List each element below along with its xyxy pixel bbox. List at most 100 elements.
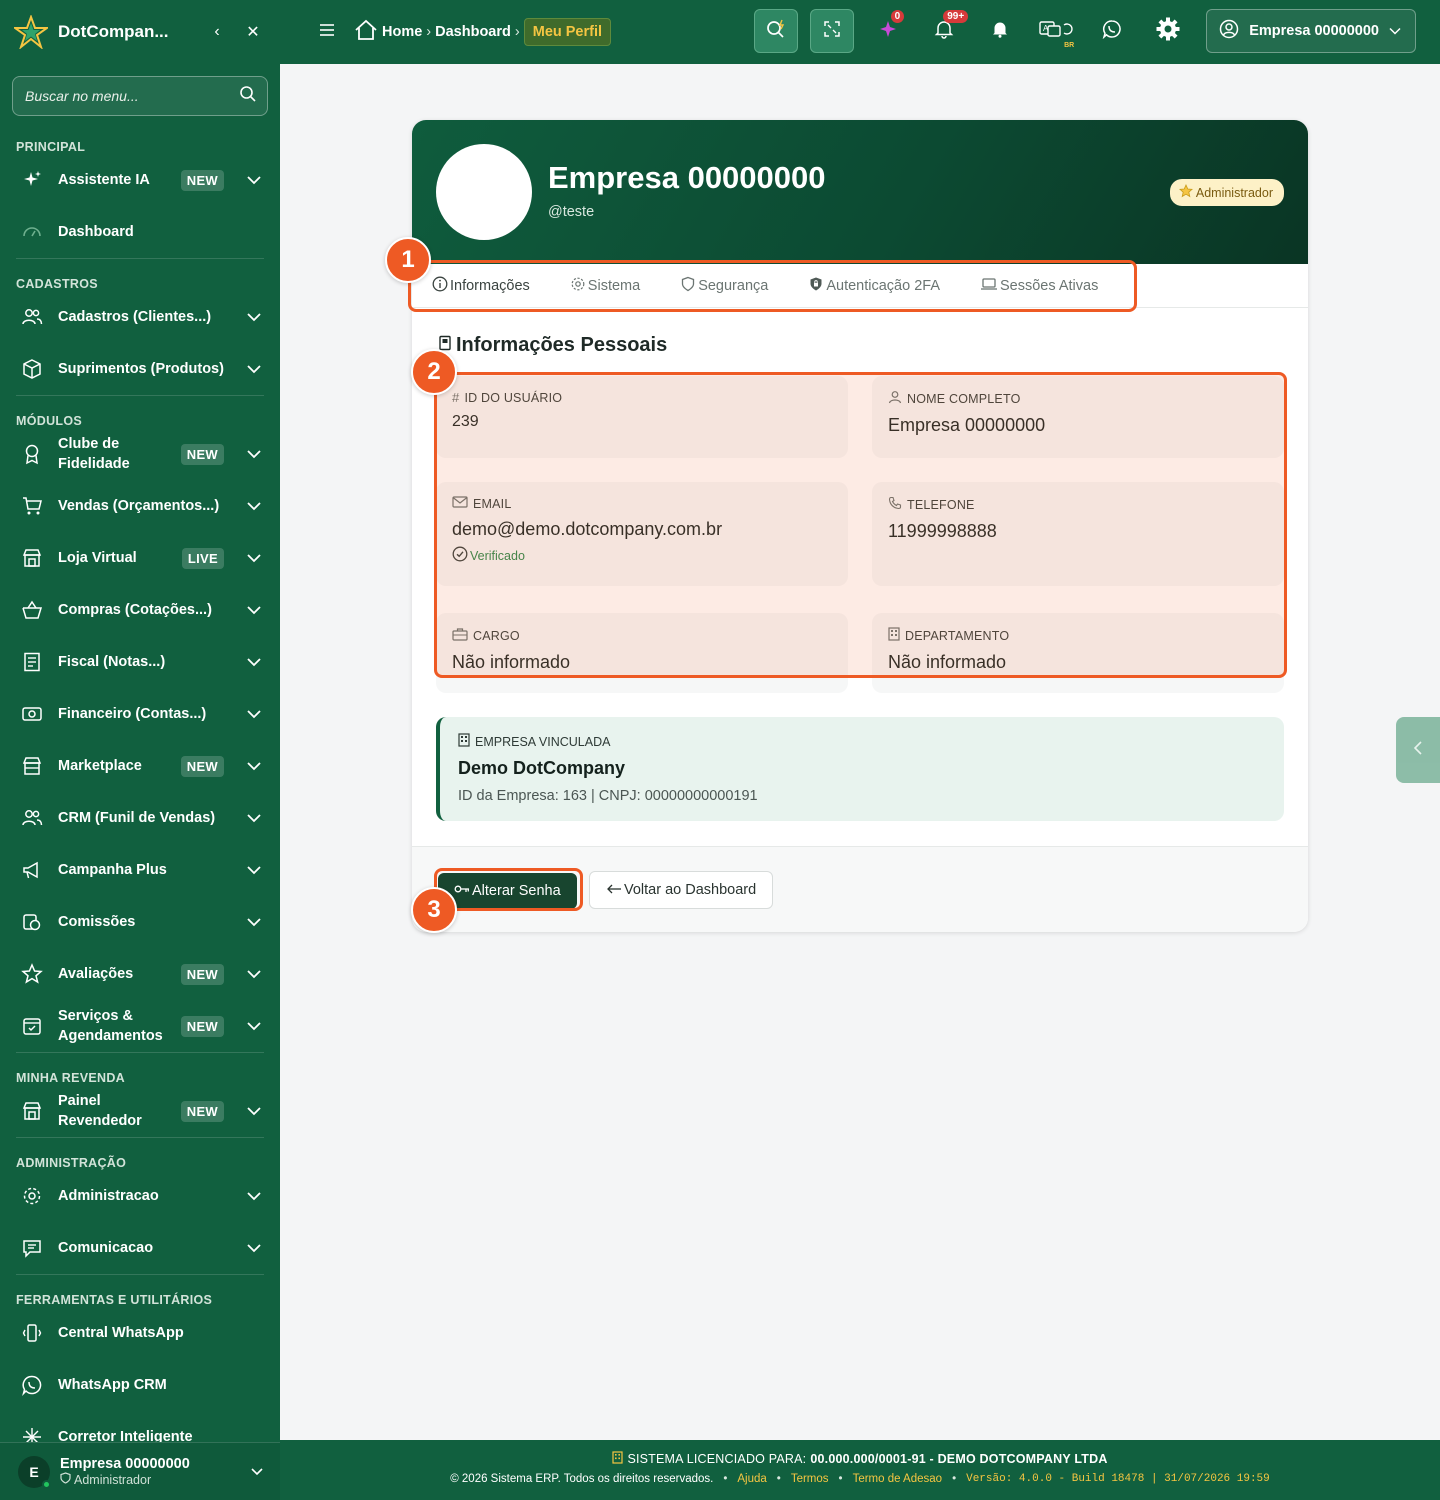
new-badge: NEW bbox=[180, 443, 224, 465]
side-panel-toggle[interactable] bbox=[1396, 717, 1440, 783]
alerts-button[interactable] bbox=[978, 9, 1022, 53]
sidebar-item-dashboard[interactable]: Dashboard bbox=[0, 206, 280, 258]
whatsapp-icon bbox=[1102, 19, 1122, 44]
sidebar-item-painel-revendedor[interactable]: Painel Revendedor NEW bbox=[0, 1085, 280, 1137]
sidebar-item-clube-fidelidade[interactable]: Clube de Fidelidade NEW bbox=[0, 428, 280, 480]
star-icon bbox=[1178, 184, 1193, 201]
footer-link-termos[interactable]: Termos bbox=[791, 1473, 829, 1485]
divider bbox=[16, 1137, 264, 1138]
sparkle-icon bbox=[20, 168, 44, 192]
sidebar-item-avaliacoes[interactable]: Avaliações NEW bbox=[0, 948, 280, 1000]
gauge-icon bbox=[20, 220, 44, 244]
footer: SISTEMA LICENCIADO PARA: 00.000.000/0001… bbox=[280, 1440, 1440, 1500]
sidebar-item-label: Fiscal (Notas...) bbox=[58, 654, 166, 670]
sidebar-item-suprimentos[interactable]: Suprimentos (Produtos) bbox=[0, 343, 280, 395]
breadcrumb-dashboard[interactable]: Dashboard bbox=[435, 24, 511, 40]
sidebar-item-servicos[interactable]: Serviços & Agendamentos NEW bbox=[0, 1000, 280, 1052]
linked-company-card: EMPRESA VINCULADA Demo DotCompany ID da … bbox=[436, 717, 1284, 821]
sidebar-item-financeiro[interactable]: Financeiro (Contas...) bbox=[0, 688, 280, 740]
divider bbox=[16, 258, 264, 259]
chevron-down-icon bbox=[244, 652, 264, 672]
sidebar-item-label: Comunicacao bbox=[58, 1240, 154, 1256]
menu-search-input[interactable] bbox=[25, 88, 239, 104]
chevron-down-icon bbox=[1389, 23, 1401, 39]
breadcrumb-separator: › bbox=[426, 24, 432, 40]
sidebar-item-fiscal[interactable]: Fiscal (Notas...) bbox=[0, 636, 280, 688]
sidebar-item-label: Vendas (Orçamentos...) bbox=[58, 498, 220, 514]
avatar bbox=[436, 144, 532, 240]
sidebar-item-compras[interactable]: Compras (Cotações...) bbox=[0, 584, 280, 636]
sidebar-item-whatsapp-crm[interactable]: WhatsApp CRM bbox=[0, 1359, 280, 1411]
sidebar-item-label: Administracao bbox=[58, 1188, 159, 1204]
sidebar-item-marketplace[interactable]: Marketplace NEW bbox=[0, 740, 280, 792]
copyright: © 2026 Sistema ERP. Todos os direitos re… bbox=[450, 1473, 714, 1485]
search-icon[interactable] bbox=[239, 85, 257, 108]
collapse-sidebar-button[interactable]: ‹ bbox=[204, 19, 230, 45]
annotation-highlight-fields bbox=[434, 372, 1287, 678]
new-badge: NEW bbox=[180, 1015, 224, 1037]
sidebar-item-label: Campanha Plus bbox=[58, 862, 167, 878]
chevron-down-icon bbox=[244, 1101, 264, 1121]
sidebar-item-label: Central WhatsApp bbox=[58, 1325, 184, 1341]
expand-icon bbox=[823, 20, 841, 43]
company-meta: ID da Empresa: 163 | CNPJ: 0000000000019… bbox=[458, 788, 758, 804]
separator-dot: • bbox=[838, 1473, 843, 1485]
sidebar-item-comunicacao[interactable]: Comunicacao bbox=[0, 1222, 280, 1274]
sidebar-item-label: Serviços & Agendamentos bbox=[58, 1008, 163, 1044]
footer-link-termo-adesao[interactable]: Termo de Adesao bbox=[853, 1473, 943, 1485]
award-icon bbox=[20, 442, 44, 466]
back-to-dashboard-button[interactable]: Voltar ao Dashboard bbox=[589, 871, 774, 909]
sidebar-item-assistente-ia[interactable]: Assistente IA NEW bbox=[0, 154, 280, 206]
sidebar-item-comissoes[interactable]: Comissões bbox=[0, 896, 280, 948]
sidebar-item-label: Financeiro (Contas...) bbox=[58, 706, 207, 722]
breadcrumb-separator: › bbox=[514, 24, 520, 40]
chevron-down-icon bbox=[244, 1238, 264, 1258]
sidebar-item-crm[interactable]: CRM (Funil de Vendas) bbox=[0, 792, 280, 844]
sidebar-user-menu[interactable]: E Empresa 00000000 Administrador bbox=[0, 1442, 280, 1500]
online-status-dot bbox=[42, 1479, 51, 1489]
chevron-left-icon: ‹ bbox=[214, 23, 220, 40]
sidebar-item-administracao[interactable]: Administracao bbox=[0, 1170, 280, 1222]
sidebar-item-label: Suprimentos (Produtos) bbox=[58, 361, 224, 377]
divider bbox=[16, 1052, 264, 1053]
message-icon bbox=[20, 1236, 44, 1260]
sidebar-item-cadastros[interactable]: Cadastros (Clientes...) bbox=[0, 291, 280, 343]
sidebar-item-label: Marketplace bbox=[58, 758, 142, 774]
notifications-button[interactable]: 99+ bbox=[922, 9, 969, 53]
profile-name: Empresa 00000000 bbox=[548, 160, 826, 195]
megaphone-icon bbox=[20, 858, 44, 882]
profile-username: @teste bbox=[548, 204, 595, 220]
topbar: Home › Dashboard › Meu Perfil 0 99+ A BR bbox=[280, 0, 1440, 64]
search-icon bbox=[765, 18, 787, 45]
users-icon bbox=[20, 305, 44, 329]
topbar-actions: 0 99+ A BR Empresa 00000000 bbox=[754, 9, 1416, 53]
chevron-down-icon bbox=[244, 1016, 264, 1036]
sidebar-item-label: Cadastros (Clientes...) bbox=[58, 309, 212, 325]
phone-vibrate-icon bbox=[20, 1321, 44, 1345]
footer-link-ajuda[interactable]: Ajuda bbox=[737, 1473, 766, 1485]
sidebar-item-loja-virtual[interactable]: Loja Virtual LIVE bbox=[0, 532, 280, 584]
chevron-down-icon bbox=[244, 860, 264, 880]
sidebar-item-central-whatsapp[interactable]: Central WhatsApp bbox=[0, 1307, 280, 1359]
quick-search-button[interactable] bbox=[754, 9, 799, 53]
user-name: Empresa 00000000 bbox=[60, 1456, 190, 1472]
settings-button[interactable] bbox=[1146, 9, 1190, 53]
fullscreen-button[interactable] bbox=[810, 9, 855, 53]
brand-name: DotCompan... bbox=[58, 22, 169, 41]
sidebar-item-campanha[interactable]: Campanha Plus bbox=[0, 844, 280, 896]
store-icon bbox=[20, 546, 44, 570]
separator-dot: • bbox=[723, 1473, 728, 1485]
language-button[interactable]: A BR bbox=[1034, 9, 1078, 53]
sidebar-item-label: Compras (Cotações...) bbox=[58, 602, 212, 618]
receipt-icon bbox=[20, 650, 44, 674]
company-name: Demo DotCompany bbox=[458, 758, 626, 778]
user-menu-button[interactable]: Empresa 00000000 bbox=[1206, 9, 1416, 53]
ai-assistant-button[interactable]: 0 bbox=[866, 9, 910, 53]
whatsapp-button[interactable] bbox=[1090, 9, 1134, 53]
breadcrumb-home[interactable]: Home bbox=[354, 19, 422, 45]
license-label: SISTEMA LICENCIADO PARA: bbox=[627, 1452, 807, 1466]
close-sidebar-button[interactable]: ✕ bbox=[240, 19, 266, 45]
hamburger-menu-button[interactable] bbox=[312, 17, 342, 47]
sidebar-item-vendas[interactable]: Vendas (Orçamentos...) bbox=[0, 480, 280, 532]
gear-icon bbox=[1155, 16, 1181, 47]
